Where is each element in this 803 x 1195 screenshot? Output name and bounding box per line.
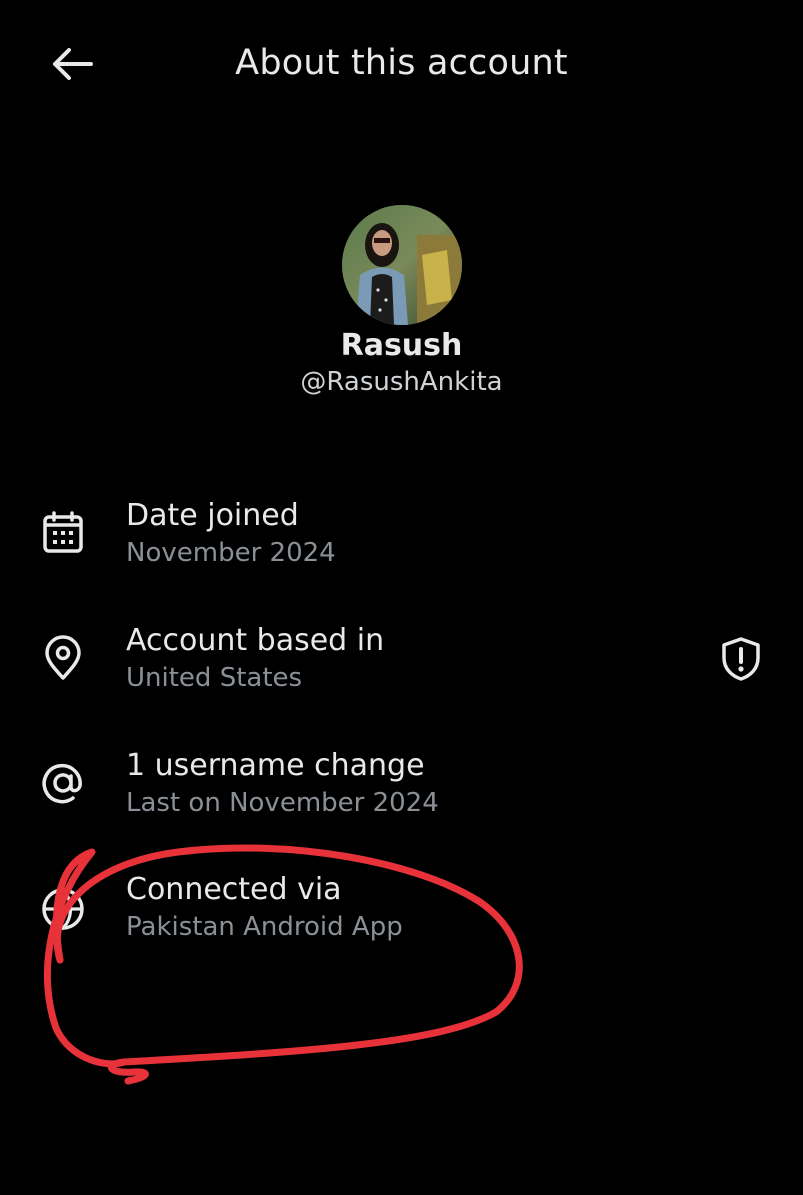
globe-icon: [36, 882, 90, 936]
avatar[interactable]: [342, 205, 462, 325]
row-date-joined: Date joined November 2024: [0, 496, 803, 596]
row-value: Pakistan Android App: [126, 912, 403, 942]
row-label: 1 username change: [126, 748, 425, 783]
row-value: November 2024: [126, 538, 336, 568]
page-title: About this account: [235, 43, 568, 83]
row-account-based-in: Account based in United States: [0, 621, 803, 721]
red-annotation-circle: [43, 844, 523, 1085]
shield-alert-button[interactable]: [712, 630, 770, 688]
row-label: Account based in: [126, 623, 385, 658]
location-pin-icon: [36, 631, 90, 685]
at-sign-icon: [36, 756, 90, 810]
display-name: Rasush: [340, 328, 463, 363]
calendar-icon: [36, 506, 90, 560]
row-value: Last on November 2024: [126, 788, 439, 818]
row-value: United States: [126, 663, 303, 693]
username-handle: @RasushAnkita: [300, 367, 503, 397]
shield-alert-icon: [722, 637, 760, 681]
row-label: Connected via: [126, 872, 342, 907]
header-bar: About this account: [0, 0, 803, 128]
row-connected-via: Connected via Pakistan Android App: [0, 870, 803, 970]
row-label: Date joined: [126, 498, 299, 533]
row-username-change: 1 username change Last on November 2024: [0, 746, 803, 846]
